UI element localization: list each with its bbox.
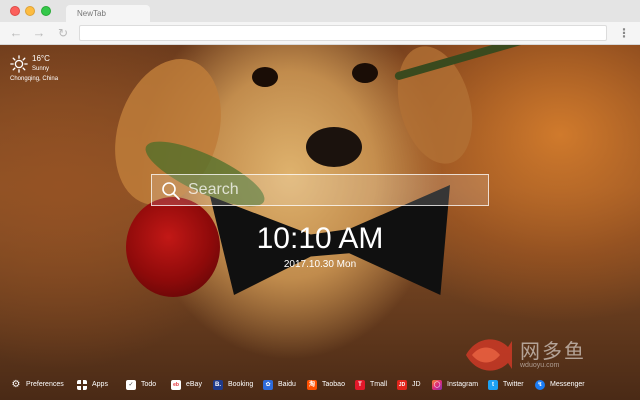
new-tab-page: 16°C Sunny Chongqing, China 10:10 AM 201… — [0, 45, 640, 400]
bottom-item-label: Tmall — [370, 381, 388, 388]
weather-location: Chongqing, China — [10, 76, 59, 82]
bottom-item-label: Taobao — [322, 381, 345, 388]
weather-temperature: 16°C — [32, 54, 50, 63]
tmall-icon: T — [355, 380, 365, 390]
bottom-item-label: Preferences — [26, 381, 64, 388]
forward-arrow-icon[interactable]: → — [31, 25, 47, 41]
jd-icon: JD — [397, 380, 407, 390]
close-window-button[interactable] — [10, 6, 20, 16]
search-icon[interactable] — [161, 181, 181, 201]
bottom-item-label: Booking — [228, 381, 254, 388]
bottom-item-label: Apps — [92, 381, 108, 388]
grid-icon — [77, 380, 87, 390]
bottom-item-label: Baidu — [278, 381, 296, 388]
search-box[interactable] — [151, 174, 489, 206]
browser-menu-icon[interactable]: ⋮ — [617, 25, 631, 41]
watermark-text: 网多鱼 — [520, 341, 586, 363]
twitter-icon: t — [488, 380, 498, 390]
back-arrow-icon[interactable]: ← — [8, 25, 24, 41]
bottom-item-label: eBay — [186, 381, 202, 388]
baidu-icon: ✿ — [263, 380, 273, 390]
bottom-item-label: Messenger — [550, 381, 585, 388]
window-titlebar: NewTab — [0, 0, 640, 22]
bottom-item-label: Twitter — [503, 381, 524, 388]
taobao-icon: 淘 — [307, 380, 317, 390]
address-bar[interactable] — [79, 25, 607, 41]
bottom-item-label: Todo — [141, 381, 157, 388]
bottom-item-label: JD — [412, 381, 421, 388]
ebay-icon: eb — [171, 380, 181, 390]
watermark-logo: 网多鱼 wduoyu.com — [462, 333, 622, 377]
sun-icon — [10, 55, 28, 73]
messenger-icon: ↯ — [535, 380, 545, 390]
maximize-window-button[interactable] — [41, 6, 51, 16]
booking-icon: B. — [213, 380, 223, 390]
minimize-window-button[interactable] — [25, 6, 35, 16]
puppy-nose-shape — [306, 127, 362, 167]
browser-toolbar: ← → ↻ ⋮ — [0, 22, 640, 45]
bottom-item-label: Instagram — [447, 381, 479, 388]
clock-time: 10:10 AM — [256, 222, 384, 255]
clock-date: 2017.10.30 Mon — [283, 259, 357, 270]
fish-logo-icon — [466, 339, 512, 371]
puppy-eye-shape — [352, 63, 378, 83]
reload-icon[interactable]: ↻ — [55, 25, 71, 41]
watermark-url: wduoyu.com — [520, 362, 560, 369]
bottom-bar: ⚙ Preferences Apps ✓ Todo eb eBay B. Boo… — [0, 375, 640, 395]
puppy-eye-shape — [252, 67, 278, 87]
tab-title: NewTab — [77, 9, 106, 18]
gear-icon: ⚙ — [11, 379, 21, 390]
checkbox-icon: ✓ — [126, 380, 136, 390]
instagram-icon: ◯ — [432, 380, 442, 390]
search-input[interactable] — [188, 179, 478, 201]
weather-condition: Sunny — [32, 66, 50, 72]
browser-tab[interactable]: NewTab — [66, 5, 150, 22]
